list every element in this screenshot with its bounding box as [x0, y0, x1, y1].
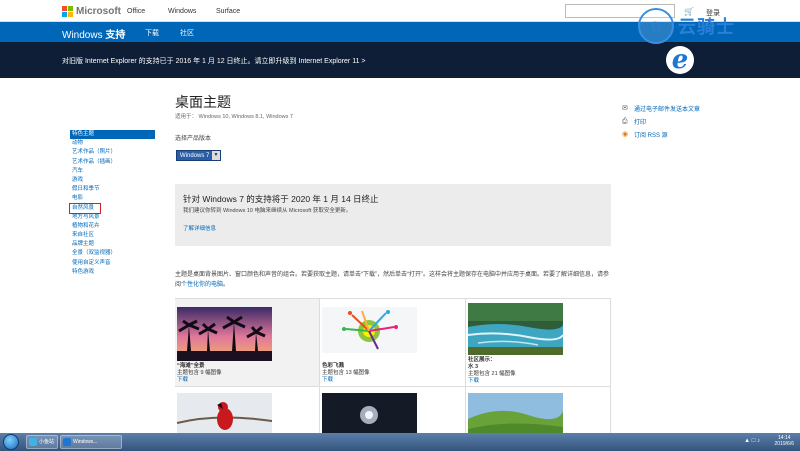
- rss-link[interactable]: ◉ 订阅 RSS 源: [622, 128, 700, 141]
- taskbar-item-label: Windows...: [73, 439, 98, 445]
- theme-caption: 社区展示： 水 3 主题包含 21 幅图像 下载: [468, 357, 516, 385]
- theme-thumbnail-color-splash[interactable]: [322, 307, 417, 353]
- nav-windows[interactable]: Windows: [168, 8, 196, 15]
- personalize-link[interactable]: 个性化你的电脑: [181, 282, 223, 288]
- start-button-icon[interactable]: [3, 434, 19, 450]
- sidebar-item-featured[interactable]: 特色主题: [70, 130, 155, 140]
- mail-icon: ✉: [622, 105, 628, 112]
- sidebar-item-art-illustration[interactable]: 艺术作品（插画）: [70, 158, 155, 167]
- sidebar-item-brand[interactable]: 品牌主题: [70, 240, 155, 249]
- print-link[interactable]: ⎙ 打印: [622, 115, 700, 128]
- internet-explorer-icon: e: [666, 46, 694, 74]
- windows-taskbar: 小鱼站 Windows... ▲ □ ♪ 14:14 2019/6/6: [0, 433, 800, 451]
- sidebar-item-community[interactable]: 来自社区: [70, 231, 155, 240]
- rss-icon: ◉: [622, 131, 629, 138]
- theme-thumbnail-beach[interactable]: [177, 307, 272, 361]
- brand-prefix: Windows: [62, 30, 106, 41]
- app-icon: [29, 438, 37, 446]
- sidebar-item-holidays[interactable]: 假日和季节: [70, 185, 155, 194]
- notice-title: 针对 Windows 7 的支持将于 2020 年 1 月 14 日终止: [183, 194, 379, 204]
- sidebar-item-cars[interactable]: 汽车: [70, 167, 155, 176]
- brand-bold: 支持: [105, 30, 126, 41]
- end-of-support-notice: 针对 Windows 7 的支持将于 2020 年 1 月 14 日终止 我们建…: [175, 184, 611, 246]
- theme-card: 社区展示： 水 3 主题包含 21 幅图像 下载: [466, 299, 611, 387]
- product-label: 选择产品版本: [175, 136, 212, 142]
- clock[interactable]: 14:14 2019/6/6: [775, 435, 794, 447]
- theme-card: [175, 387, 320, 439]
- description-end: 。: [223, 282, 230, 288]
- notice-body: 我们建议你转到 Windows 10 电脑来继续从 Microsoft 获取安全…: [183, 208, 352, 214]
- theme-card: [320, 387, 466, 439]
- sidebar-item-animals[interactable]: 动物: [70, 139, 155, 148]
- print-icon: ⎙: [622, 118, 628, 125]
- theme-download-link[interactable]: 下载: [177, 377, 222, 384]
- ie-banner-message[interactable]: 对旧版 Internet Explorer 的支持已于 2016 年 1 月 1…: [62, 56, 366, 66]
- product-select-value: Windows 7: [180, 153, 210, 159]
- sidebar-item-panoramic[interactable]: 全景（双监视器）: [70, 249, 155, 258]
- theme-caption: 色彩飞溅 主题包含 13 幅图像 下载: [322, 363, 370, 384]
- email-article-link[interactable]: ✉ 通过电子邮件发送本文章: [622, 102, 700, 115]
- theme-title: 色彩飞溅: [322, 363, 345, 369]
- theme-card: 色彩飞溅 主题包含 13 幅图像 下载: [320, 299, 466, 387]
- sidebar-item-art-photo[interactable]: 艺术作品（照片）: [70, 148, 155, 157]
- themes-description: 主题是桌面背景图片、窗口颜色和声音的组合。若要获取主题，请单击“下载”，然后单击…: [175, 270, 611, 290]
- microsoft-logo-icon: [62, 6, 73, 17]
- windows-support-brand[interactable]: Windows 支持: [62, 26, 125, 41]
- sidebar-item-movies[interactable]: 电影: [70, 194, 155, 203]
- nav-surface[interactable]: Surface: [216, 8, 240, 15]
- microsoft-wordmark: Microsoft: [76, 6, 121, 17]
- notice-learn-more-link[interactable]: 了解详细信息: [183, 224, 216, 232]
- theme-card: “海滩”全景 主题包含 9 幅图像 下载: [175, 299, 320, 387]
- theme-count: 主题包含 21 幅图像: [468, 371, 516, 377]
- sidebar-item-featured-games[interactable]: 特色游戏: [70, 268, 155, 277]
- taskbar-item-label: 小鱼站: [39, 439, 55, 445]
- theme-thumbnail-water[interactable]: [468, 303, 563, 355]
- applies-to: 适用于： Windows 10, Windows 8.1, Windows 7: [175, 114, 293, 120]
- email-article-label: 通过电子邮件发送本文章: [634, 107, 701, 113]
- product-select[interactable]: Windows 7 ▼: [176, 150, 221, 161]
- watermark: ♘ 云骑士: [638, 8, 735, 44]
- microsoft-logo[interactable]: Microsoft: [62, 6, 121, 17]
- theme-card: [466, 387, 611, 439]
- knight-logo-icon: ♘: [638, 8, 674, 44]
- page-title: 桌面主题: [175, 94, 231, 110]
- sidebar-item-nature[interactable]: 自然风景: [69, 202, 101, 214]
- theme-grid: “海滩”全景 主题包含 9 幅图像 下载 色彩飞溅 主题包含 13 幅图像 下载…: [175, 298, 611, 439]
- theme-count: 主题包含 9 幅图像: [177, 370, 222, 376]
- theme-title-line2: 水 3: [468, 364, 479, 370]
- sidebar-item-games[interactable]: 游戏: [70, 176, 155, 185]
- clock-date: 2019/6/6: [774, 441, 794, 447]
- print-label: 打印: [634, 120, 647, 126]
- sidebar-item-places[interactable]: 地方与风景: [70, 213, 155, 222]
- theme-title: “海滩”全景: [177, 363, 205, 369]
- sidebar-item-custom-sounds[interactable]: 使用自定义声音: [70, 259, 155, 268]
- sidebar-item-plants[interactable]: 植物和花卉: [70, 222, 155, 231]
- theme-download-link[interactable]: 下载: [468, 378, 516, 385]
- theme-title: 社区展示：: [468, 357, 496, 363]
- description-text: 主题是桌面背景图片、窗口颜色和声音的组合。若要获取主题，请单击“下载”，然后单击…: [175, 272, 609, 288]
- category-sidebar: 特色主题 动物 艺术作品（照片） 艺术作品（插画） 汽车 游戏 假日和季节 电影…: [69, 130, 155, 277]
- taskbar-item[interactable]: Windows...: [60, 435, 122, 449]
- theme-caption: “海滩”全景 主题包含 9 幅图像 下载: [177, 363, 222, 384]
- watermark-text: 云骑士: [678, 17, 735, 37]
- nav-office[interactable]: Office: [127, 8, 145, 15]
- article-actions: ✉ 通过电子邮件发送本文章 ⎙ 打印 ◉ 订阅 RSS 源: [622, 102, 700, 141]
- tray-icons[interactable]: ▲ □ ♪: [744, 438, 760, 444]
- chevron-down-icon: ▼: [212, 151, 220, 160]
- nav-download[interactable]: 下载: [145, 28, 159, 38]
- internet-explorer-icon: [63, 438, 71, 446]
- theme-download-link[interactable]: 下载: [322, 377, 370, 384]
- theme-count: 主题包含 13 幅图像: [322, 370, 370, 376]
- rss-label: 订阅 RSS 源: [634, 133, 668, 139]
- taskbar-item[interactable]: 小鱼站: [26, 435, 58, 449]
- nav-community[interactable]: 社区: [180, 28, 194, 38]
